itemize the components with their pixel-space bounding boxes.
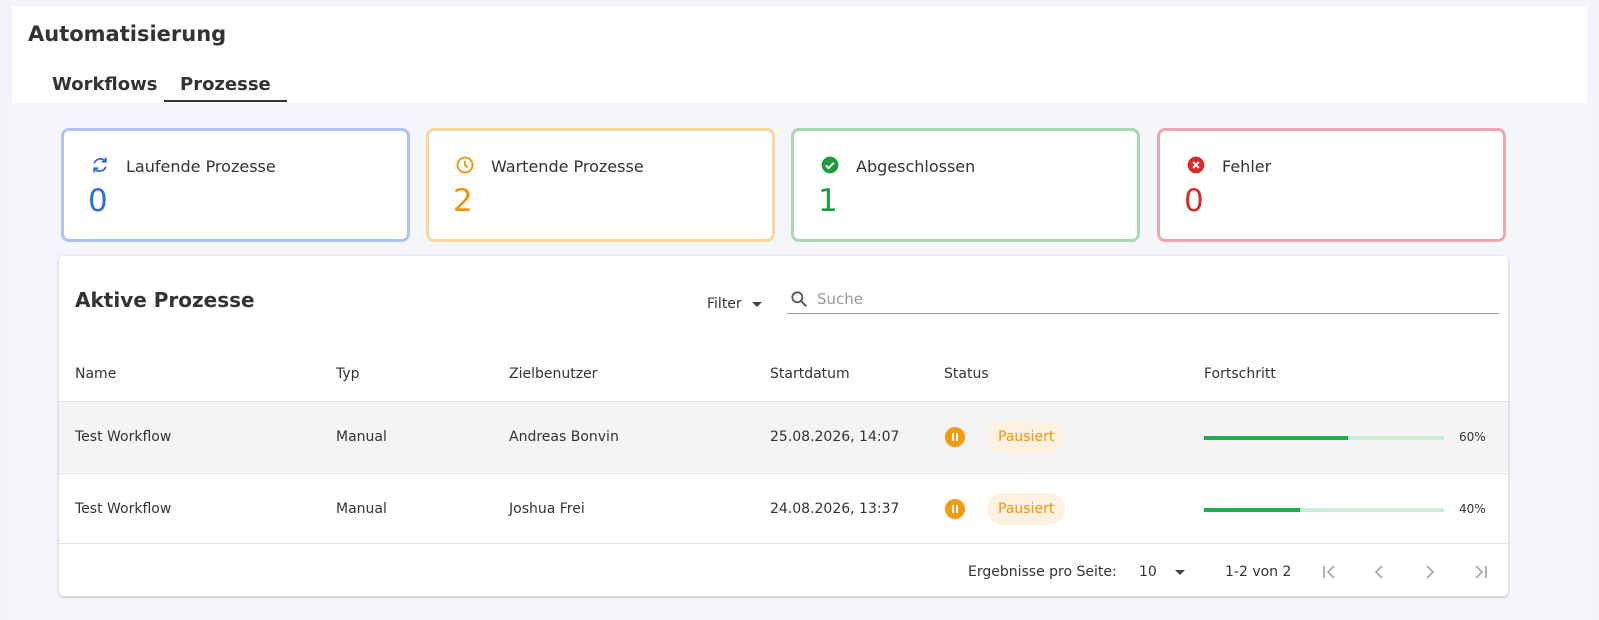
stat-label: Abgeschlossen — [856, 157, 976, 176]
progress-bar — [1204, 436, 1444, 440]
check-circle-icon — [821, 156, 839, 174]
active-processes-panel: Aktive Prozesse Filter Name Typ Zielbenu… — [59, 256, 1508, 596]
chevron-down-icon — [751, 301, 762, 307]
stat-card-errors: Fehler 0 — [1157, 128, 1506, 242]
per-page-value: 10 — [1139, 564, 1157, 580]
stat-value: 0 — [88, 183, 108, 219]
tab-prozesse[interactable]: Prozesse — [164, 74, 287, 102]
cell-name: Test Workflow — [75, 429, 172, 445]
first-page-icon[interactable] — [1317, 560, 1341, 584]
cell-user: Joshua Frei — [509, 501, 585, 517]
last-page-icon[interactable] — [1469, 560, 1493, 584]
per-page-label: Ergebnisse pro Seite: — [968, 564, 1117, 580]
progress-label: 40% — [1459, 502, 1486, 516]
stat-card-running: Laufende Prozesse 0 — [61, 128, 410, 242]
progress-fill — [1204, 436, 1348, 440]
progress-bar — [1204, 508, 1444, 512]
column-header-zielbenutzer[interactable]: Zielbenutzer — [509, 366, 597, 382]
panel-title: Aktive Prozesse — [75, 288, 255, 312]
progress-label: 60% — [1459, 430, 1486, 444]
stat-card-waiting: Wartende Prozesse 2 — [426, 128, 775, 242]
filter-dropdown[interactable]: Filter — [707, 296, 762, 312]
stat-label: Fehler — [1222, 157, 1272, 176]
stat-value: 0 — [1184, 183, 1204, 219]
pause-icon — [945, 427, 965, 447]
stat-card-completed: Abgeschlossen 1 — [791, 128, 1140, 242]
clock-icon — [456, 156, 474, 174]
chevron-down-icon — [1174, 569, 1185, 575]
stat-value: 2 — [453, 183, 473, 219]
page-title: Automatisierung — [28, 22, 227, 46]
search-input[interactable] — [817, 288, 1477, 310]
automation-page: Automatisierung Workflows Prozesse Laufe… — [12, 6, 1587, 620]
search-icon — [791, 291, 807, 307]
table-row[interactable]: Test Workflow Manual Andreas Bonvin 25.0… — [59, 401, 1508, 472]
pause-icon — [945, 499, 965, 519]
previous-page-icon[interactable] — [1367, 560, 1391, 584]
page-header: Automatisierung Workflows Prozesse — [12, 6, 1587, 103]
stat-label: Wartende Prozesse — [491, 157, 644, 176]
error-circle-icon — [1187, 156, 1205, 174]
table-row[interactable]: Test Workflow Manual Joshua Frei 24.08.2… — [59, 473, 1508, 544]
cell-date: 24.08.2026, 13:37 — [770, 501, 900, 517]
column-header-typ[interactable]: Typ — [336, 366, 360, 382]
tab-workflows[interactable]: Workflows — [52, 74, 157, 95]
cell-name: Test Workflow — [75, 501, 172, 517]
stat-label: Laufende Prozesse — [126, 157, 276, 176]
cell-date: 25.08.2026, 14:07 — [770, 429, 900, 445]
cell-typ: Manual — [336, 501, 387, 517]
search-field — [787, 286, 1499, 314]
column-header-name[interactable]: Name — [75, 366, 116, 382]
status-badge: Pausiert — [987, 421, 1066, 453]
page-range: 1-2 von 2 — [1225, 564, 1292, 580]
status-badge: Pausiert — [987, 493, 1066, 525]
cell-typ: Manual — [336, 429, 387, 445]
next-page-icon[interactable] — [1418, 560, 1442, 584]
column-header-startdatum[interactable]: Startdatum — [770, 366, 850, 382]
progress-fill — [1204, 508, 1300, 512]
per-page-select[interactable]: 10 — [1139, 564, 1185, 580]
pagination-bar: Ergebnisse pro Seite: 10 1-2 von 2 — [59, 546, 1508, 596]
filter-label: Filter — [707, 296, 742, 312]
column-header-status[interactable]: Status — [944, 366, 989, 382]
stat-value: 1 — [818, 183, 838, 219]
column-header-fortschritt[interactable]: Fortschritt — [1204, 366, 1276, 382]
cell-user: Andreas Bonvin — [509, 429, 619, 445]
refresh-icon — [93, 157, 107, 173]
